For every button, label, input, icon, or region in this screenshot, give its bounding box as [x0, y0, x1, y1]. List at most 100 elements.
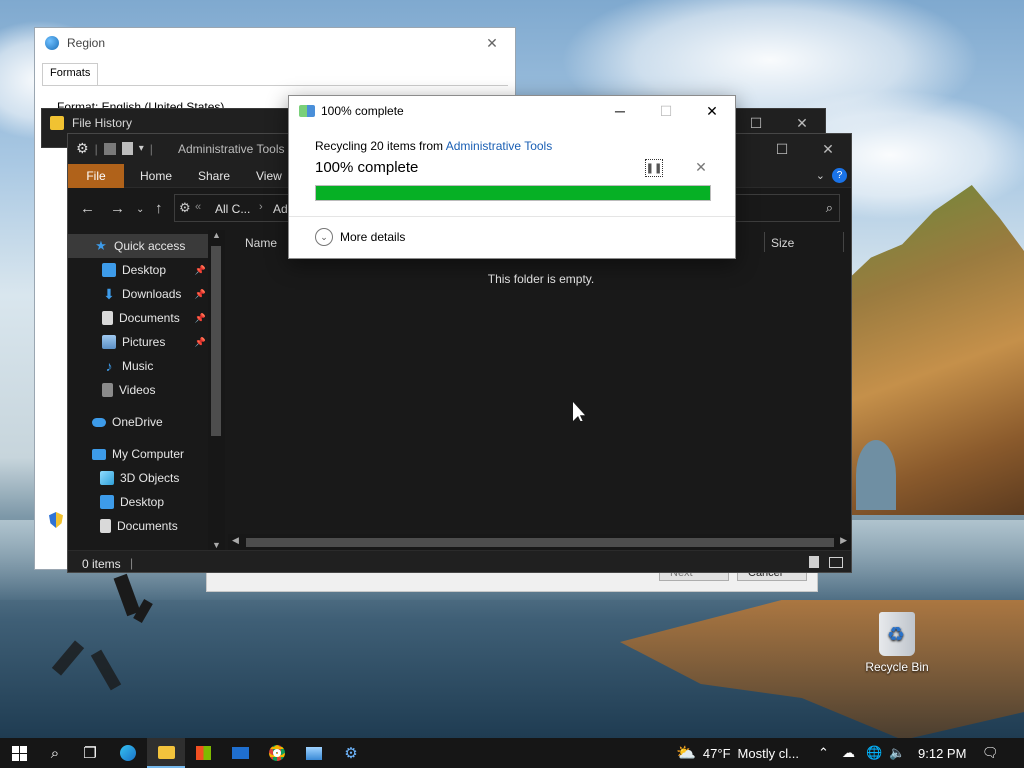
taskbar-app-store[interactable] — [184, 738, 222, 768]
operation-description: Recycling 20 items from Administrative T… — [315, 139, 552, 153]
source-folder-link[interactable]: Administrative Tools — [446, 139, 553, 153]
properties-icon[interactable] — [103, 142, 116, 155]
window-title: Administrative Tools — [178, 142, 285, 156]
close-button[interactable]: ✕ — [805, 134, 851, 164]
region-titlebar[interactable]: Region — [35, 28, 515, 58]
column-header-size[interactable]: Size — [771, 236, 794, 250]
taskbar-app-file-explorer[interactable] — [147, 738, 185, 768]
search-button[interactable]: ⌕ — [36, 738, 74, 768]
sidebar-item-label: 3D Objects — [120, 471, 180, 485]
cloud-icon: ☁ — [842, 745, 855, 760]
search-icon: ⌕ — [825, 200, 833, 215]
onedrive-tray-button[interactable]: ☁ — [842, 738, 855, 768]
scrollbar-thumb[interactable] — [211, 246, 221, 436]
up-icon[interactable]: ↑ — [155, 200, 163, 217]
recycle-progress-dialog[interactable]: 100% complete ─ ☐ ✕ Recycling 20 items f… — [288, 95, 736, 259]
breadcrumb-item[interactable]: Ad — [273, 202, 288, 216]
sidebar-item-label: Documents — [117, 519, 178, 533]
quick-access-toolbar: ⚙ | ▾ | — [76, 140, 153, 157]
desktop-icon-label: Recycle Bin — [865, 660, 929, 674]
sidebar-item-documents-pc[interactable]: Documents — [68, 514, 210, 538]
edge-icon — [120, 745, 136, 761]
desktop-icon-recycle-bin[interactable]: Recycle Bin — [862, 612, 932, 674]
item-count: 0 items — [82, 557, 121, 571]
file-explorer-icon — [157, 745, 175, 759]
taskbar-app-mail[interactable] — [221, 738, 259, 768]
breadcrumb-overflow-icon[interactable]: « — [195, 201, 201, 213]
scroll-up-icon[interactable]: ▲ — [212, 230, 221, 240]
sidebar-item-quick-access[interactable]: ★ Quick access — [68, 234, 210, 258]
rock-reflection — [620, 600, 1024, 738]
clock[interactable]: 9:12 PM — [918, 738, 966, 768]
sidebar-item-3d-objects[interactable]: 3D Objects — [68, 466, 210, 490]
sidebar-item-label: Desktop — [122, 263, 167, 277]
maximize-button[interactable]: ☐ — [759, 134, 805, 164]
column-divider — [843, 232, 844, 252]
minimize-button[interactable]: ─ — [597, 96, 643, 126]
help-icon[interactable]: ? — [832, 168, 847, 183]
column-header-name[interactable]: Name — [245, 236, 277, 250]
partly-cloudy-icon: ⛅ — [676, 745, 696, 762]
sidebar-item-music[interactable]: ♪ Music — [68, 354, 210, 378]
taskbar-app-control-panel[interactable] — [295, 738, 333, 768]
sidebar-item-desktop[interactable]: Desktop 📌 — [68, 258, 210, 282]
customize-toolbar-icon[interactable]: ▾ — [139, 143, 144, 154]
pause-button[interactable]: ❚❚ — [645, 159, 663, 177]
show-hidden-icons-button[interactable]: ⌃ — [818, 738, 829, 768]
back-icon[interactable]: ← — [80, 200, 95, 217]
recent-locations-icon[interactable]: ⌄ — [136, 204, 144, 215]
taskbar-app-edge[interactable] — [109, 738, 147, 768]
sidebar-item-videos[interactable]: Videos — [68, 378, 210, 402]
weather-text: Mostly cl... — [737, 745, 799, 761]
scroll-right-icon[interactable]: ▶ — [840, 535, 847, 546]
start-button[interactable] — [0, 738, 38, 768]
status-divider: | — [130, 556, 134, 570]
gear-folder-icon: ⚙ — [179, 200, 191, 215]
sidebar-item-my-computer[interactable]: My Computer — [68, 442, 210, 466]
start-icon — [11, 745, 27, 761]
control-panel-icon — [306, 746, 322, 760]
expand-ribbon-icon[interactable]: ⌄ — [816, 169, 825, 182]
music-icon: ♪ — [105, 358, 113, 374]
progress-status: 100% complete — [315, 159, 419, 176]
sidebar-item-documents[interactable]: Documents 📌 — [68, 306, 210, 330]
new-folder-icon[interactable] — [121, 142, 133, 155]
uac-shield-icon — [49, 512, 63, 528]
sidebar-item-onedrive[interactable]: OneDrive — [68, 410, 210, 434]
horizontal-scrollbar[interactable]: ◀ ▶ — [228, 534, 851, 550]
large-icons-view-icon[interactable] — [829, 557, 843, 568]
scroll-left-icon[interactable]: ◀ — [232, 535, 239, 546]
recycle-bin-icon — [879, 612, 915, 656]
taskbar-app-chrome[interactable] — [258, 738, 296, 768]
scroll-down-icon[interactable]: ▼ — [212, 540, 221, 550]
network-tray-button[interactable]: 🌐 — [866, 738, 882, 768]
breadcrumb-chevron-icon[interactable]: › — [259, 201, 263, 213]
forward-icon[interactable]: → — [110, 200, 125, 217]
notifications-button[interactable]: 🗨 — [982, 738, 999, 768]
volume-tray-button[interactable]: 🔈 — [889, 738, 905, 768]
cancel-operation-button[interactable]: ✕ — [693, 159, 709, 177]
close-button[interactable]: ✕ — [469, 28, 515, 58]
tab-file[interactable]: File — [68, 164, 124, 188]
toolbar-divider: | — [94, 141, 98, 156]
tab-share[interactable]: Share — [184, 164, 244, 188]
sidebar-item-pictures[interactable]: Pictures 📌 — [68, 330, 210, 354]
details-view-icon[interactable] — [809, 556, 819, 568]
taskbar-app-settings[interactable]: ⚙ — [332, 738, 370, 768]
sidebar-item-downloads[interactable]: ⬇ Downloads 📌 — [68, 282, 210, 306]
weather-temp: 47°F — [702, 745, 731, 761]
sidebar-item-label: Documents — [119, 311, 180, 325]
tab-formats[interactable]: Formats — [42, 63, 99, 85]
more-details-button[interactable]: ⌄ More details — [315, 228, 405, 246]
breadcrumb-item[interactable]: All C... — [215, 202, 250, 216]
address-bar[interactable]: ⚙ « All C... › Ad — [174, 194, 294, 222]
tab-home[interactable]: Home — [126, 164, 186, 188]
task-view-icon: ❐ — [83, 745, 97, 762]
close-button[interactable]: ✕ — [689, 96, 735, 126]
nav-pane-scrollbar[interactable]: ▲ ▼ — [208, 230, 225, 550]
sidebar-item-desktop-pc[interactable]: Desktop — [68, 490, 210, 514]
scrollbar-thumb[interactable] — [246, 538, 834, 547]
search-input[interactable]: ⌕ — [728, 194, 840, 222]
weather-widget[interactable]: ⛅ 47°F Mostly cl... — [676, 738, 799, 768]
task-view-button[interactable]: ❐ — [71, 738, 109, 768]
